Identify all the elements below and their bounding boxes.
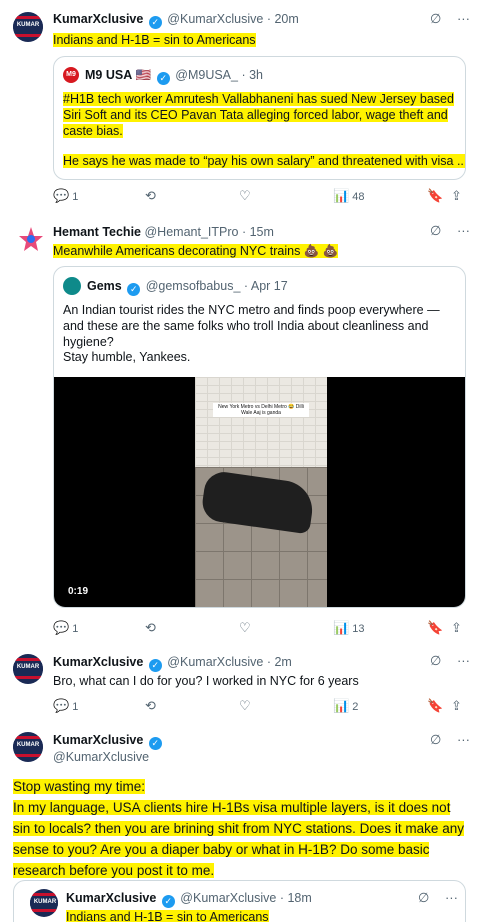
reply-icon[interactable]: 💬 — [53, 620, 69, 635]
tweet-text: Bro, what can I do for you? I worked in … — [53, 674, 359, 688]
tweet-text: Indians and H-1B = sin to Americans — [53, 33, 256, 47]
quoted-text: Indians and H-1B = sin to Americans — [66, 910, 269, 922]
avatar[interactable]: KUMAR — [13, 654, 43, 684]
view-count: 48 — [352, 191, 365, 203]
tweet-text: Meanwhile Americans decorating NYC train… — [53, 244, 339, 258]
author-name[interactable]: KumarXclusive — [53, 733, 143, 747]
views-icon[interactable]: 📊 — [333, 188, 349, 203]
avatar[interactable]: KUMAR — [13, 12, 43, 42]
quoted-tweet[interactable]: M9 M9 USA 🇺🇸 ✓ @M9USA_ · 3h #H1B tech wo… — [53, 56, 466, 180]
verified-icon: ✓ — [148, 737, 162, 750]
video-caption: New York Metro vs Delhi Metro 😂 Dilli Wa… — [213, 403, 309, 417]
timestamp: · 3h — [241, 68, 264, 82]
timestamp[interactable]: · 15m — [242, 225, 274, 239]
quoted-text: An Indian tourist rides the NYC metro an… — [63, 303, 440, 349]
avatar: KUMAR — [30, 889, 58, 917]
verified-icon: ✓ — [148, 16, 162, 29]
view-count: 2 — [352, 701, 359, 713]
avatar: M9 — [63, 67, 79, 83]
more-icon[interactable]: ··· — [457, 653, 470, 668]
author-name: M9 USA — [85, 68, 133, 82]
more-icon[interactable]: ··· — [457, 11, 470, 26]
author-handle: @gemsofbabus_ — [145, 279, 241, 293]
author-name[interactable]: KumarXclusive — [53, 655, 143, 669]
author-name[interactable]: Hemant Techie — [53, 225, 141, 239]
share-icon[interactable]: ⇪ — [451, 620, 462, 635]
reply-count: 1 — [72, 623, 79, 635]
author-name[interactable]: KumarXclusive — [53, 12, 143, 26]
grok-icon[interactable]: ∅ — [430, 653, 441, 668]
author-name: Gems — [87, 279, 122, 293]
quoted-text-2: He says he was made to “pay his own sala… — [63, 154, 466, 168]
tweet-text-line1: Stop wasting my time: — [13, 779, 146, 794]
author-handle[interactable]: @KumarXclusive — [167, 12, 263, 26]
bookmark-icon[interactable]: 🔖 — [427, 698, 443, 713]
author-handle[interactable]: @Hemant_ITPro — [144, 225, 238, 239]
video-duration: 0:19 — [68, 586, 89, 597]
verified-icon: ✓ — [156, 72, 170, 85]
avatar[interactable] — [16, 224, 46, 254]
timestamp: · 18m — [279, 891, 312, 905]
reply-icon[interactable]: 💬 — [53, 698, 69, 713]
share-icon[interactable]: ⇪ — [451, 698, 462, 713]
timestamp[interactable]: · 20m — [267, 12, 299, 26]
more-icon[interactable]: ··· — [457, 732, 470, 747]
grok-icon[interactable]: ∅ — [418, 890, 429, 905]
tweet-kumarxclusive-1[interactable]: KUMAR KumarXclusive ✓ @KumarXclusive · 2… — [0, 0, 482, 212]
grok-icon[interactable]: ∅ — [430, 11, 441, 26]
reply-icon[interactable]: 💬 — [53, 188, 69, 203]
author-handle[interactable]: @KumarXclusive — [167, 655, 263, 669]
avatar[interactable]: KUMAR — [13, 732, 43, 762]
reply-count: 1 — [72, 701, 79, 713]
retweet-icon[interactable]: ⟲ — [145, 188, 156, 203]
quoted-tweet[interactable]: Gems ✓ @gemsofbabus_ · Apr 17 An Indian … — [53, 266, 466, 608]
tweet-hemant-techie[interactable]: Hemant Techie @Hemant_ITPro · 15m ∅ ··· … — [0, 214, 482, 644]
like-icon[interactable]: ♡ — [239, 188, 251, 203]
views-icon[interactable]: 📊 — [333, 620, 349, 635]
verified-icon: ✓ — [161, 895, 175, 908]
verified-icon: ✓ — [148, 659, 162, 672]
author-handle: @KumarXclusive — [180, 891, 277, 905]
author-handle: @M9USA_ — [175, 68, 238, 82]
author-handle[interactable]: @KumarXclusive — [53, 750, 149, 764]
verified-icon: ✓ — [127, 283, 141, 296]
reply-count: 1 — [72, 191, 79, 203]
quoted-tweet[interactable]: KUMAR KumarXclusive ✓ @KumarXclusive · 1… — [13, 880, 466, 922]
video-player[interactable]: New York Metro vs Delhi Metro 😂 Dilli Wa… — [54, 377, 465, 607]
retweet-icon[interactable]: ⟲ — [145, 698, 156, 713]
views-icon[interactable]: 📊 — [333, 698, 349, 713]
bookmark-icon[interactable]: 🔖 — [427, 620, 443, 635]
logo-icon — [19, 227, 43, 251]
video-frame: New York Metro vs Delhi Metro 😂 Dilli Wa… — [195, 377, 327, 607]
like-icon[interactable]: ♡ — [239, 620, 251, 635]
avatar — [63, 277, 81, 295]
view-count: 13 — [352, 623, 365, 635]
retweet-icon[interactable]: ⟲ — [145, 620, 156, 635]
share-icon[interactable]: ⇪ — [451, 188, 462, 203]
tweet-text-body: In my language, USA clients hire H-1Bs v… — [13, 800, 464, 878]
timestamp: · Apr 17 — [243, 279, 288, 293]
tweet-kumarxclusive-reply[interactable]: KUMAR KumarXclusive ✓ @KumarXclusive · 2… — [0, 648, 482, 720]
quoted-text: #H1B tech worker Amrutesh Vallabhaneni h… — [63, 92, 454, 138]
more-icon[interactable]: ··· — [457, 223, 470, 238]
author-name: KumarXclusive — [66, 891, 157, 905]
bookmark-icon[interactable]: 🔖 — [427, 188, 443, 203]
grok-icon[interactable]: ∅ — [430, 732, 441, 747]
flag-icon: 🇺🇸 — [135, 68, 152, 82]
timestamp[interactable]: · 2m — [267, 655, 292, 669]
quoted-text-2: Stay humble, Yankees. — [63, 350, 191, 364]
like-icon[interactable]: ♡ — [239, 698, 251, 713]
more-icon[interactable]: ··· — [445, 890, 458, 905]
grok-icon[interactable]: ∅ — [430, 223, 441, 238]
tweet-kumarxclusive-focused[interactable]: KUMAR KumarXclusive ✓ @KumarXclusive ∅ ·… — [0, 724, 482, 922]
